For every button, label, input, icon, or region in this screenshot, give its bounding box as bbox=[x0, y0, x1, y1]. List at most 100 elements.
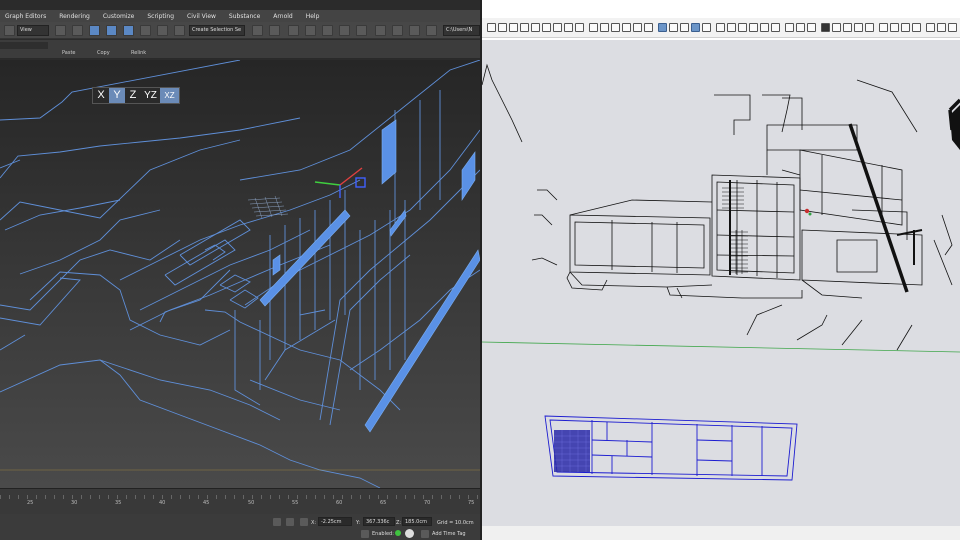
schematic-view-icon[interactable] bbox=[356, 25, 367, 36]
layout-icon[interactable] bbox=[948, 23, 957, 32]
time-tag-icon[interactable] bbox=[361, 530, 369, 538]
axes-tool-icon[interactable] bbox=[702, 23, 711, 32]
orbit-tool-icon[interactable] bbox=[716, 23, 725, 32]
right-view-icon[interactable] bbox=[865, 23, 874, 32]
hidden-line-icon[interactable] bbox=[912, 23, 921, 32]
scene-explorer-icon[interactable] bbox=[305, 25, 316, 36]
section-plane-icon[interactable] bbox=[821, 23, 830, 32]
wireframe-style-icon[interactable] bbox=[901, 23, 910, 32]
render-icon[interactable] bbox=[426, 25, 437, 36]
constraint-y-button[interactable]: Y bbox=[109, 88, 125, 103]
look-around-icon[interactable] bbox=[807, 23, 816, 32]
z-coord-label: Z: bbox=[396, 520, 402, 526]
ribbon-search-field[interactable] bbox=[0, 42, 48, 49]
eraser-tool-icon[interactable] bbox=[520, 23, 529, 32]
main-toolbar: View Create Selection Se C:\Users\N bbox=[0, 22, 480, 39]
pan-tool-icon[interactable] bbox=[727, 23, 736, 32]
add-time-tag-icon[interactable] bbox=[421, 530, 429, 538]
perspective-viewport[interactable]: X Y Z YZ XZ bbox=[0, 60, 480, 488]
circle-tool-icon[interactable] bbox=[575, 23, 584, 32]
mirror-icon[interactable] bbox=[252, 25, 263, 36]
reference-coordinate-dropdown[interactable]: View bbox=[17, 25, 49, 36]
relink-button[interactable]: Relink bbox=[131, 50, 146, 56]
menu-help[interactable]: Help bbox=[306, 13, 320, 20]
select-tool-icon[interactable] bbox=[498, 23, 507, 32]
xray-style-icon[interactable] bbox=[879, 23, 888, 32]
edit-named-selection-icon[interactable] bbox=[174, 25, 185, 36]
back-edges-icon[interactable] bbox=[890, 23, 899, 32]
percent-snap-icon[interactable] bbox=[140, 25, 151, 36]
add-time-tag-button[interactable]: Add Time Tag bbox=[432, 531, 466, 537]
spinner-snap-icon[interactable] bbox=[157, 25, 168, 36]
snap-3d-icon[interactable] bbox=[106, 25, 117, 36]
rotate-tool-icon[interactable] bbox=[611, 23, 620, 32]
scale-tool-icon[interactable] bbox=[633, 23, 642, 32]
constraint-xz-button[interactable]: XZ bbox=[160, 88, 179, 103]
iso-view-icon[interactable] bbox=[832, 23, 841, 32]
move-icon[interactable] bbox=[72, 25, 83, 36]
constraint-yz-button[interactable]: YZ bbox=[141, 88, 160, 103]
front-view-icon[interactable] bbox=[854, 23, 863, 32]
warehouse-icon[interactable] bbox=[926, 23, 935, 32]
menu-rendering[interactable]: Rendering bbox=[59, 13, 90, 20]
angle-snap-icon[interactable] bbox=[123, 25, 134, 36]
push-pull-icon[interactable] bbox=[589, 23, 598, 32]
extension-warehouse-icon[interactable] bbox=[937, 23, 946, 32]
render-setup-icon[interactable] bbox=[392, 25, 403, 36]
previous-view-icon[interactable] bbox=[771, 23, 780, 32]
follow-me-icon[interactable] bbox=[622, 23, 631, 32]
top-view-icon[interactable] bbox=[843, 23, 852, 32]
zoom-tool-icon[interactable] bbox=[738, 23, 747, 32]
rectangle-tool-icon[interactable] bbox=[564, 23, 573, 32]
text-tool-icon[interactable] bbox=[691, 23, 700, 32]
paste-button[interactable]: Paste bbox=[62, 50, 76, 56]
sketchup-toolbar bbox=[482, 18, 960, 38]
timeline-tick: 40 bbox=[159, 500, 166, 506]
walk-tool-icon[interactable] bbox=[796, 23, 805, 32]
x-coord-field[interactable]: -2.25cm bbox=[318, 517, 352, 526]
protractor-tool-icon[interactable] bbox=[680, 23, 689, 32]
named-selection-dropdown[interactable]: Create Selection Se bbox=[189, 25, 245, 36]
undo-icon[interactable] bbox=[4, 25, 15, 36]
offset-tool-icon[interactable] bbox=[644, 23, 653, 32]
zoom-window-icon[interactable] bbox=[749, 23, 758, 32]
line-tool-icon[interactable] bbox=[542, 23, 551, 32]
rendered-frame-icon[interactable] bbox=[409, 25, 420, 36]
menu-substance[interactable]: Substance bbox=[229, 13, 260, 20]
y-coord-label: Y: bbox=[356, 520, 361, 526]
menu-arnold[interactable]: Arnold bbox=[273, 13, 292, 20]
absolute-mode-icon[interactable] bbox=[300, 518, 308, 526]
copy-button[interactable]: Copy bbox=[97, 50, 110, 56]
graphite-toggle-icon[interactable] bbox=[322, 25, 333, 36]
tape-measure-icon[interactable] bbox=[658, 23, 667, 32]
time-config-icon[interactable] bbox=[405, 529, 414, 538]
sketchup-viewport[interactable] bbox=[482, 40, 960, 526]
select-move-icon[interactable] bbox=[89, 25, 100, 36]
zoom-extents-icon[interactable] bbox=[760, 23, 769, 32]
menu-graph-editors[interactable]: Graph Editors bbox=[5, 13, 46, 20]
y-coord-field[interactable]: 367.336c bbox=[363, 517, 395, 526]
enabled-indicator-icon[interactable] bbox=[395, 530, 401, 536]
constraint-x-button[interactable]: X bbox=[93, 88, 109, 103]
constraint-z-button[interactable]: Z bbox=[125, 88, 141, 103]
arc-tool-icon[interactable] bbox=[553, 23, 562, 32]
time-slider-track[interactable]: 25 30 35 40 45 50 55 60 65 70 75 bbox=[0, 488, 480, 514]
make-component-icon[interactable] bbox=[509, 23, 518, 32]
lock-icon[interactable] bbox=[286, 518, 294, 526]
material-editor-icon[interactable] bbox=[375, 25, 386, 36]
layer-explorer-icon[interactable] bbox=[288, 25, 299, 36]
ribbon: Paste Copy Relink bbox=[0, 40, 480, 59]
move-tool-icon[interactable] bbox=[600, 23, 609, 32]
z-coord-field[interactable]: 185.0cm bbox=[402, 517, 432, 526]
position-camera-icon[interactable] bbox=[785, 23, 794, 32]
curve-editor-icon[interactable] bbox=[339, 25, 350, 36]
align-icon[interactable] bbox=[269, 25, 280, 36]
dimension-tool-icon[interactable] bbox=[669, 23, 678, 32]
paint-bucket-icon[interactable] bbox=[531, 23, 540, 32]
menu-civil-view[interactable]: Civil View bbox=[187, 13, 216, 20]
isolate-icon[interactable] bbox=[273, 518, 281, 526]
menu-customize[interactable]: Customize bbox=[103, 13, 135, 20]
select-icon[interactable] bbox=[55, 25, 66, 36]
project-path-field[interactable]: C:\Users\N bbox=[443, 25, 480, 36]
menu-scripting[interactable]: Scripting bbox=[147, 13, 174, 20]
